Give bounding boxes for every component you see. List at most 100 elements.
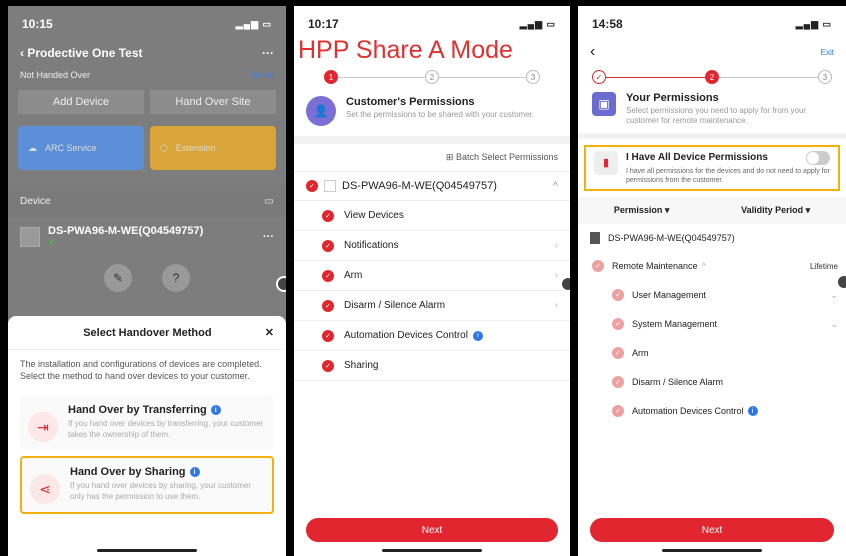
device-name: DS-PWA96-M-WE(Q04549757) <box>48 225 204 237</box>
perm-system-management[interactable]: ✓ System Management ⌄ <box>578 310 846 339</box>
device-name: DS-PWA96-M-WE(Q04549757) <box>342 180 497 192</box>
device-thumbnail <box>324 180 336 192</box>
chevron-right-icon: › <box>554 240 558 251</box>
batch-select-link[interactable]: ⊞ Batch Select Permissions <box>294 144 570 172</box>
signal-icon: ▂▄▆ ▭ <box>795 18 832 29</box>
all-permissions-desc: I have all permissions for the devices a… <box>626 167 830 184</box>
perm-checkbox[interactable]: ✓ <box>612 318 624 331</box>
sheet-description: The installation and configurations of d… <box>20 359 262 382</box>
perm-checkbox[interactable]: ✓ <box>322 209 334 222</box>
site-title: Prodective One Test <box>27 46 143 60</box>
chevron-up-icon[interactable]: ^ <box>553 180 558 192</box>
perm-sharing[interactable]: ✓ Sharing <box>294 351 570 381</box>
next-button[interactable]: Next <box>590 518 834 542</box>
permissions-header: ▣ Your Permissions Select permissions yo… <box>578 88 846 133</box>
device-checkbox[interactable]: ✓ <box>306 180 318 192</box>
perm-view-devices[interactable]: ✓ View Devices <box>294 201 570 231</box>
perm-checkbox[interactable]: ✓ <box>322 359 334 372</box>
extension-tile[interactable]: ⬡ Extension <box>150 126 276 170</box>
info-icon[interactable]: i <box>189 467 200 478</box>
step-1: 1 <box>324 70 338 84</box>
device-section-header: Device ▭ <box>8 186 286 217</box>
list-icon[interactable]: ▭ <box>265 196 274 207</box>
phone-handover-method: 10:15 ▂▄▆ ▭ ‹ Prodective One Test ··· No… <box>8 6 286 556</box>
info-icon[interactable]: i <box>472 330 483 341</box>
hand-over-site-button[interactable]: Hand Over Site <box>150 90 276 114</box>
status-bar: 14:58 ▂▄▆ ▭ <box>578 6 846 42</box>
all-permissions-toggle[interactable] <box>806 150 830 165</box>
step-3: 3 <box>818 70 832 84</box>
back-button[interactable]: ‹ <box>590 43 595 61</box>
perm-checkbox[interactable]: ✓ <box>612 376 624 389</box>
assistive-touch-icon[interactable] <box>560 276 570 292</box>
chevron-down-icon[interactable]: ⌄ <box>830 319 838 330</box>
arc-icon: ☁ <box>28 142 37 153</box>
remote-maintenance-row[interactable]: ✓ Remote Maintenance ^ Lifetime <box>578 252 846 281</box>
perm-checkbox[interactable]: ✓ <box>592 260 604 273</box>
device-row[interactable]: ✓ DS-PWA96-M-WE(Q04549757) ^ <box>294 172 570 201</box>
validity-value[interactable]: Lifetime <box>810 262 838 271</box>
perm-disarm[interactable]: ✓ Disarm / Silence Alarm <box>578 368 846 397</box>
option-title: Hand Over by Transferring <box>68 404 207 417</box>
perm-checkbox[interactable]: ✓ <box>322 239 334 252</box>
info-icon[interactable]: i <box>747 406 758 417</box>
status-time: 14:58 <box>592 17 623 31</box>
device-actions: ✎ ? <box>8 256 286 300</box>
maintenance-icon: ▣ <box>592 92 616 116</box>
perm-checkbox[interactable]: ✓ <box>322 329 334 342</box>
perm-checkbox[interactable]: ✓ <box>322 269 334 282</box>
arc-service-tile[interactable]: ☁ ARC Service <box>18 126 144 170</box>
hand-over-transferring-option[interactable]: ⇥ Hand Over by Transferring i If you hand… <box>20 396 274 451</box>
validity-filter[interactable]: Validity Period ▾ <box>741 205 810 216</box>
chevron-up-icon[interactable]: ^ <box>702 261 706 271</box>
add-device-button[interactable]: Add Device <box>18 90 144 114</box>
exit-link[interactable]: Exit <box>821 48 834 57</box>
device-lock-icon: ▮ <box>594 150 618 175</box>
permission-filter[interactable]: Permission ▾ <box>614 205 670 216</box>
perm-label: Arm <box>344 270 363 281</box>
info-icon[interactable]: i <box>210 405 221 416</box>
assistive-touch-icon[interactable] <box>276 276 286 292</box>
perm-automation[interactable]: ✓ Automation Devices Control i <box>578 397 846 426</box>
sheet-header: Select Handover Method ✕ <box>8 316 286 350</box>
batch-label: Batch Select Permissions <box>455 152 558 162</box>
transfer-icon: ⇥ <box>28 412 58 443</box>
option-description: If you hand over devices by transferring… <box>68 419 264 440</box>
perm-label: Arm <box>632 348 649 359</box>
handover-status: Not Handed Over <box>20 70 91 80</box>
close-icon[interactable]: ✕ <box>265 326 274 339</box>
perm-checkbox[interactable]: ✓ <box>612 405 624 418</box>
help-icon[interactable]: ? <box>162 264 190 292</box>
edit-icon[interactable]: ✎ <box>104 264 132 292</box>
filter-label: Permission <box>613 204 663 215</box>
perm-user-management[interactable]: ✓ User Management ⌄ <box>578 281 846 310</box>
perm-checkbox[interactable]: ✓ <box>612 289 624 302</box>
device-more-icon[interactable]: ··· <box>263 231 274 243</box>
more-icon[interactable]: ··· <box>262 46 274 60</box>
perm-checkbox[interactable]: ✓ <box>612 347 624 360</box>
perm-notifications[interactable]: ✓ Notifications › <box>294 231 570 261</box>
device-item[interactable]: DS-PWA96-M-WE(Q04549757) ✓ ··· <box>8 217 286 256</box>
permissions-header: 👤 Customer's Permissions Set the permiss… <box>294 90 570 136</box>
next-button[interactable]: Next <box>306 518 558 542</box>
hand-over-sharing-option[interactable]: ⋖ Hand Over by Sharing i If you hand over… <box>20 456 274 515</box>
chevron-down-icon[interactable]: ⌄ <box>830 290 838 301</box>
perm-automation[interactable]: ✓ Automation Devices Control i <box>294 321 570 351</box>
perm-label: View Devices <box>344 210 404 221</box>
back-button[interactable]: ‹ Prodective One Test <box>20 46 143 60</box>
site-header: ‹ Prodective One Test ··· <box>8 42 286 64</box>
phone-customer-permissions: 10:17 ▂▄▆ ▭ HPP Share A Mode 1 2 3 👤 Cus… <box>294 6 570 556</box>
perm-checkbox[interactable]: ✓ <box>322 299 334 312</box>
perm-arm[interactable]: ✓ Arm › <box>294 261 570 291</box>
status-time: 10:17 <box>308 17 339 31</box>
filter-label: Validity Period <box>741 204 804 215</box>
filter-bar: Permission ▾ Validity Period ▾ <box>578 196 846 224</box>
page-title: Customer's Permissions <box>346 96 475 108</box>
step-2: 2 <box>705 70 719 84</box>
detail-link[interactable]: Detail <box>251 70 274 80</box>
perm-label: Sharing <box>344 360 379 371</box>
perm-disarm[interactable]: ✓ Disarm / Silence Alarm › <box>294 291 570 321</box>
perm-arm[interactable]: ✓ Arm <box>578 339 846 368</box>
assistive-touch-icon[interactable] <box>836 274 846 290</box>
perm-label: Disarm / Silence Alarm <box>632 377 724 388</box>
